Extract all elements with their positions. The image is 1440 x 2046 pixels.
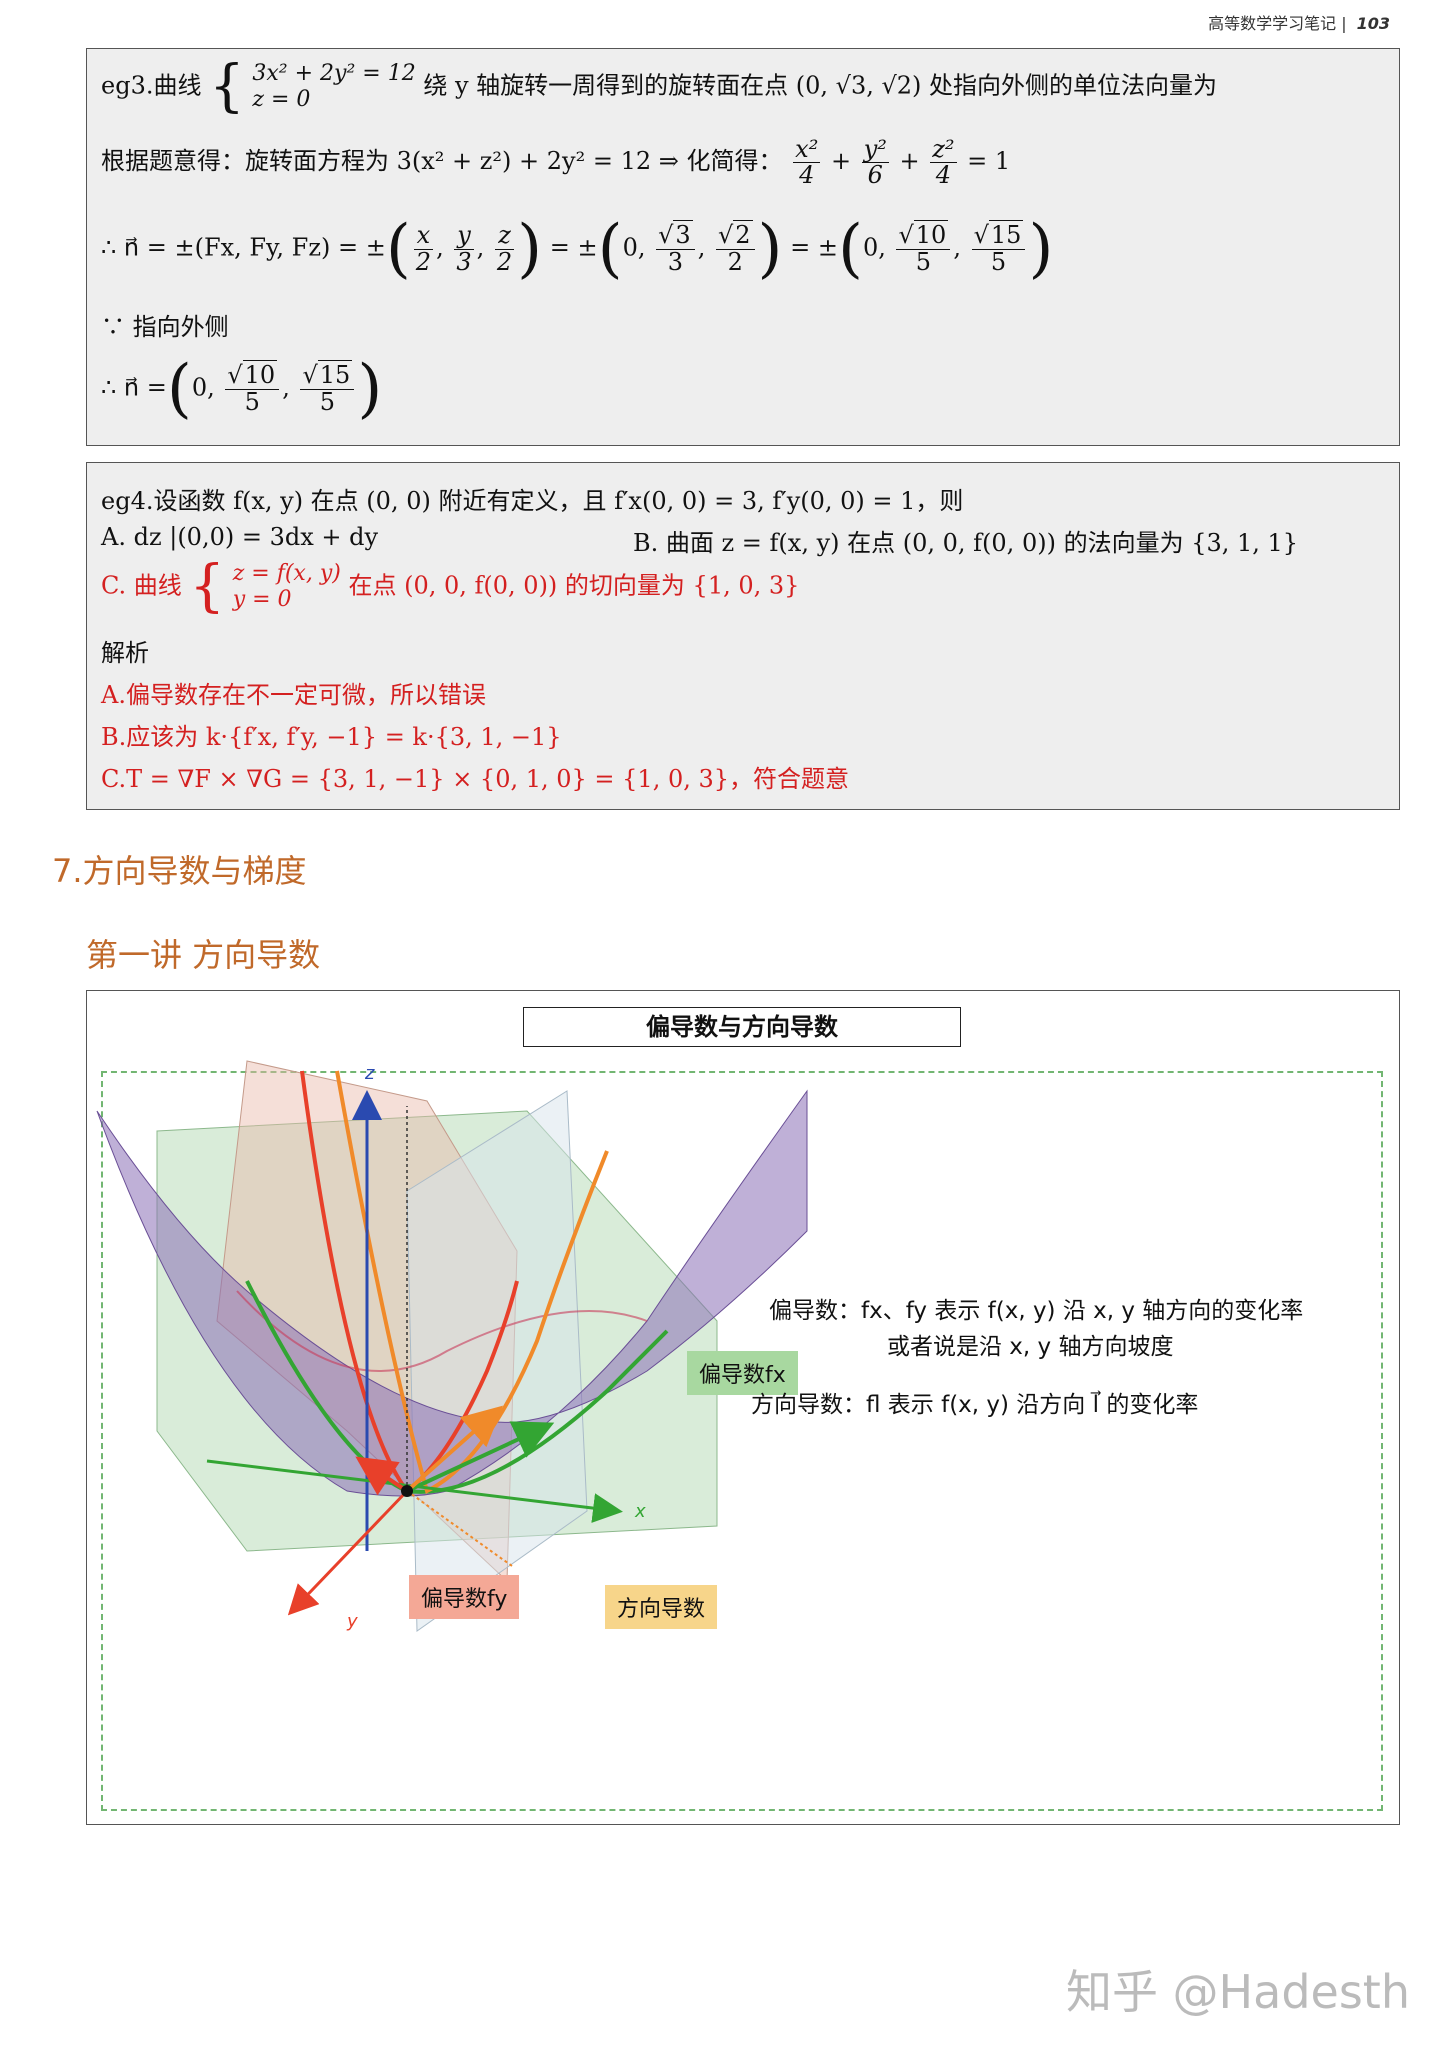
brace-icon: {	[209, 54, 245, 119]
eg3-result-text: ∴ n⃗ =	[101, 373, 167, 402]
figure-box: 偏导数与方向导数 z x y 偏导数fx 偏导数fy 方向导数 偏导数：fx、f…	[86, 990, 1400, 1825]
analysis-c: C.T = ∇F × ∇G = {3, 1, −1} × {0, 1, 0} =…	[101, 765, 850, 793]
eg4-option-c-line2: y = 0	[232, 587, 292, 612]
example-3-box: eg3.曲线 { 3x² + 2y² = 12 z = 0 绕 y 轴旋转一周得…	[86, 48, 1400, 446]
eg4-option-c-line1: z = f(x, y)	[232, 560, 341, 586]
description-partial: 偏导数：fx、fy 表示 f(x, y) 沿 x, y 轴方向的变化率	[769, 1298, 1304, 1324]
eg3-step3: ∵ 指向外侧	[101, 313, 229, 341]
frac-y2-6: y² 6	[861, 135, 889, 190]
brace-icon: {	[189, 554, 226, 619]
running-header: 高等数学学习笔记 | 103	[1208, 10, 1390, 34]
y-axis-label: y	[347, 1611, 358, 1632]
analysis-heading: 解析	[101, 639, 149, 667]
eg3-step1-tail: = 1	[967, 147, 1011, 176]
eg3-prefix: eg3.曲线	[101, 71, 202, 100]
eg4-option-c-suffix: 在点 (0, 0, f(0, 0)) 的切向量为 {1, 0, 3}	[348, 571, 800, 600]
z-axis-label: z	[365, 1063, 375, 1084]
eg3-step1: 根据题意得：旋转面方程为 3(x² + z²) + 2y² = 12 ⇒ 化简得…	[101, 135, 1011, 190]
origin-point	[401, 1485, 413, 1497]
eg3-result: ∴ n⃗ =(0, √10 5, √15 5)	[101, 352, 383, 426]
surface-illustration	[96, 1060, 808, 1632]
watermark: 知乎 @Hadesth	[1065, 1965, 1410, 2019]
book-title: 高等数学学习笔记 |	[1208, 14, 1347, 33]
page-number: 103	[1356, 14, 1390, 33]
frac-z2-4: z² 4	[930, 135, 957, 190]
eg3-question: eg3.曲线 { 3x² + 2y² = 12 z = 0 绕 y 轴旋转一周得…	[101, 59, 1217, 115]
section-title: 7.方向导数与梯度	[52, 852, 307, 890]
eg3-system: 3x² + 2y² = 12 z = 0	[252, 61, 415, 114]
eg4-question: eg4.设函数 f(x, y) 在点 (0, 0) 附近有定义，且 f′x(0,…	[101, 487, 964, 515]
frac-x2-4: x² 4	[793, 135, 821, 190]
tag-directional: 方向导数	[605, 1585, 718, 1629]
x-axis-label: x	[635, 1501, 646, 1522]
example-4-box: eg4.设函数 f(x, y) 在点 (0, 0) 附近有定义，且 f′x(0,…	[86, 462, 1400, 810]
eg4-option-c-prefix: C. 曲线	[101, 571, 182, 600]
subsection-title: 第一讲 方向导数	[86, 936, 321, 974]
eg3-step2-text: ∴ n⃗ = ±(Fx, Fy, Fz) = ±	[101, 233, 386, 262]
eg4-option-c: C. 曲线 { z = f(x, y) y = 0 在点 (0, 0, f(0,…	[101, 559, 799, 615]
eg3-question-text: 绕 y 轴旋转一周得到的旋转面在点 (0, √3, √2) 处指向外侧的单位法向…	[423, 71, 1218, 100]
analysis-b: B.应该为 k·{f′x, f′y, −1} = k·{3, 1, −1}	[101, 723, 562, 751]
description-slope: 或者说是沿 x, y 轴方向坡度	[887, 1334, 1174, 1360]
analysis-a: A.偏导数存在不一定可微，所以错误	[101, 681, 486, 709]
eg3-step2: ∴ n⃗ = ±(Fx, Fy, Fz) = ±(x 2, y3, z 2) = ±…	[101, 212, 1054, 286]
eg3-step1-text: 根据题意得：旋转面方程为 3(x² + z²) + 2y² = 12 ⇒ 化简得…	[101, 147, 783, 176]
eg3-system-line2: z = 0	[252, 87, 311, 112]
eg4-option-a: A. dz |(0,0) = 3dx + dy	[101, 523, 379, 551]
eg4-option-c-system: z = f(x, y) y = 0	[233, 561, 341, 614]
tag-partial-fy: 偏导数fy	[409, 1575, 520, 1619]
description-directional: 方向导数：fl 表示 f(x, y) 沿方向 l⃗ 的变化率	[751, 1392, 1199, 1418]
eg4-option-b: B. 曲面 z = f(x, y) 在点 (0, 0, f(0, 0)) 的法向…	[633, 529, 1299, 557]
eg3-system-line1: 3x² + 2y² = 12	[252, 60, 416, 86]
